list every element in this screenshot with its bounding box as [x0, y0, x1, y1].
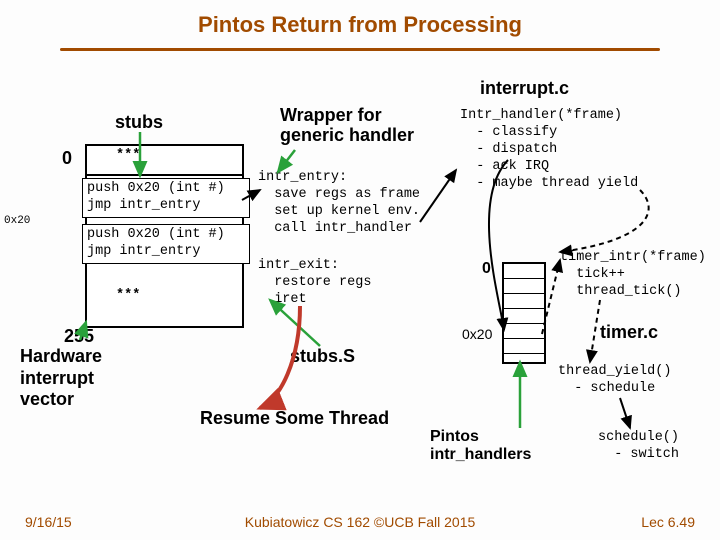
- handlers-index-0x20: 0x20: [462, 326, 492, 342]
- vector-index-255: 255: [64, 326, 94, 347]
- vector-index-0x20: 0x20: [4, 215, 30, 227]
- resume-some-thread: Resume Some Thread: [200, 408, 389, 429]
- thread-yield-code: thread_yield() - schedule: [558, 364, 671, 398]
- vector-index-0: 0: [62, 148, 72, 169]
- intr-handlers-array: [502, 262, 546, 364]
- title-rule: [60, 48, 660, 51]
- pintos-intr-handlers-label: Pintos intr_handlers: [430, 428, 531, 463]
- intr-handler-code: Intr_handler(*frame) - classify - dispat…: [460, 108, 638, 192]
- file-label-timer-c: timer.c: [600, 322, 658, 343]
- file-label-interrupt-c: interrupt.c: [480, 78, 569, 99]
- hw-interrupt-vector-label: Hardware interrupt vector: [20, 346, 102, 411]
- file-label-stubs-s: stubs.S: [290, 346, 355, 367]
- footer-course: Kubiatowicz CS 162 ©UCB Fall 2015: [245, 514, 476, 530]
- wrapper-heading: Wrapper for generic handler: [280, 106, 414, 146]
- schedule-code: schedule() - switch: [598, 430, 679, 464]
- vector-ellipsis-bottom: ***: [116, 288, 140, 305]
- stubs-heading: stubs: [115, 112, 163, 133]
- vector-ellipsis-top: ***: [116, 148, 140, 165]
- footer-lecnum: Lec 6.49: [641, 514, 695, 530]
- handlers-index-0: 0: [482, 260, 491, 278]
- timer-intr-code: timer_intr(*frame) tick++ thread_tick(): [560, 250, 706, 301]
- page-title: Pintos Return from Processing: [0, 12, 720, 38]
- intr-exit-code: intr_exit: restore regs iret: [258, 258, 371, 309]
- stub-entry-0x20-a: push 0x20 (int #) jmp intr_entry: [82, 178, 250, 218]
- stub-entry-0x20-b: push 0x20 (int #) jmp intr_entry: [82, 224, 250, 264]
- intr-entry-code: intr_entry: save regs as frame set up ke…: [258, 170, 420, 238]
- footer-date: 9/16/15: [25, 514, 72, 530]
